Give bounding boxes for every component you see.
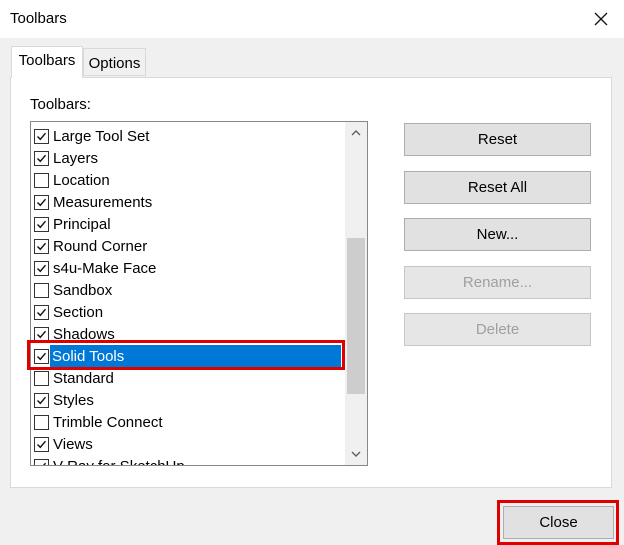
tab-toolbars[interactable]: Toolbars xyxy=(11,46,83,78)
toolbars-listbox[interactable]: Large Tool Set Layers Location Measurements… xyxy=(30,121,368,466)
checkmark-icon xyxy=(43,462,47,465)
checkbox-checked[interactable] xyxy=(34,217,49,232)
list-item-label: Solid Tools xyxy=(50,345,341,367)
list-item-label: s4u-Make Face xyxy=(53,260,157,277)
new-button[interactable]: New... xyxy=(404,218,591,251)
window-title: Toolbars xyxy=(10,10,67,27)
checkmark-icon xyxy=(37,132,47,141)
reset-all-button[interactable]: Reset All xyxy=(404,171,591,204)
list-item[interactable]: Round Corner xyxy=(31,235,345,257)
checkmark-icon xyxy=(37,198,47,207)
checkmark-icon xyxy=(37,352,47,361)
list-item[interactable]: Section xyxy=(31,301,345,323)
checkbox-checked[interactable] xyxy=(34,129,49,144)
list-item[interactable]: Shadows xyxy=(31,323,345,345)
checkbox-checked[interactable] xyxy=(34,195,49,210)
list-item-label: Standard xyxy=(53,370,114,387)
checkmark-icon xyxy=(37,242,47,251)
list-item[interactable]: Measurements xyxy=(31,191,345,213)
list-item-label: Principal xyxy=(53,216,111,233)
list-item-label: Location xyxy=(53,172,110,189)
checkbox-checked[interactable] xyxy=(34,239,49,254)
checkbox-unchecked[interactable] xyxy=(34,371,49,386)
list-item[interactable]: Layers xyxy=(31,147,345,169)
vertical-scrollbar[interactable] xyxy=(345,122,367,465)
checkmark-icon xyxy=(37,308,47,317)
list-item-label: Trimble Connect xyxy=(53,414,163,431)
rename-button[interactable]: Rename... xyxy=(404,266,591,299)
list-item[interactable]: Principal xyxy=(31,213,345,235)
tab-options[interactable]: Options xyxy=(83,48,146,76)
checkbox-checked[interactable] xyxy=(34,393,49,408)
checkmark-icon xyxy=(37,220,47,229)
checkbox-checked[interactable] xyxy=(34,459,49,465)
checkmark-icon xyxy=(37,154,47,163)
checkmark-icon xyxy=(37,440,47,449)
checkbox-checked[interactable] xyxy=(34,261,49,276)
list-item[interactable]: Solid Tools xyxy=(31,345,345,367)
list-item-label: Layers xyxy=(53,150,99,167)
scroll-up-arrow-icon[interactable] xyxy=(345,123,367,143)
list-item-label: Round Corner xyxy=(53,238,148,255)
delete-button[interactable]: Delete xyxy=(404,313,591,346)
list-item-label: Styles xyxy=(53,392,94,409)
checkbox-checked[interactable] xyxy=(34,437,49,452)
list-item[interactable]: Sandbox xyxy=(31,279,345,301)
checkmark-icon xyxy=(37,330,47,339)
title-bar: Toolbars xyxy=(0,0,624,38)
list-item-label: Measurements xyxy=(53,194,153,211)
list-item-label: Views xyxy=(53,436,93,453)
checkbox-checked[interactable] xyxy=(34,349,49,364)
checkbox-checked[interactable] xyxy=(34,305,49,320)
scroll-down-arrow-icon[interactable] xyxy=(345,444,367,464)
list-item-label: Shadows xyxy=(53,326,115,343)
list-item-label: Large Tool Set xyxy=(53,128,150,145)
list-item[interactable]: V-Ray for SketchUp xyxy=(31,455,345,465)
toolbars-list-label: Toolbars: xyxy=(30,96,91,113)
list-item-label: Section xyxy=(53,304,104,321)
list-item-label: Sandbox xyxy=(53,282,113,299)
checkbox-unchecked[interactable] xyxy=(34,415,49,430)
checkmark-icon xyxy=(37,264,47,273)
list-item[interactable]: Styles xyxy=(31,389,345,411)
list-item[interactable]: Large Tool Set xyxy=(31,125,345,147)
checkbox-unchecked[interactable] xyxy=(34,173,49,188)
list-item-label: V-Ray for SketchUp xyxy=(51,458,187,465)
window-close-icon[interactable] xyxy=(590,8,612,30)
checkbox-checked[interactable] xyxy=(34,327,49,342)
list-item[interactable]: Views xyxy=(31,433,345,455)
checkbox-unchecked[interactable] xyxy=(34,283,49,298)
list-item[interactable]: Standard xyxy=(31,367,345,389)
reset-button[interactable]: Reset xyxy=(404,123,591,156)
list-item[interactable]: Location xyxy=(31,169,345,191)
close-button[interactable]: Close xyxy=(503,506,614,539)
checkbox-checked[interactable] xyxy=(34,151,49,166)
scrollbar-thumb[interactable] xyxy=(347,238,365,394)
list-item[interactable]: Trimble Connect xyxy=(31,411,345,433)
list-item[interactable]: s4u-Make Face xyxy=(31,257,345,279)
checkmark-icon xyxy=(37,396,47,405)
